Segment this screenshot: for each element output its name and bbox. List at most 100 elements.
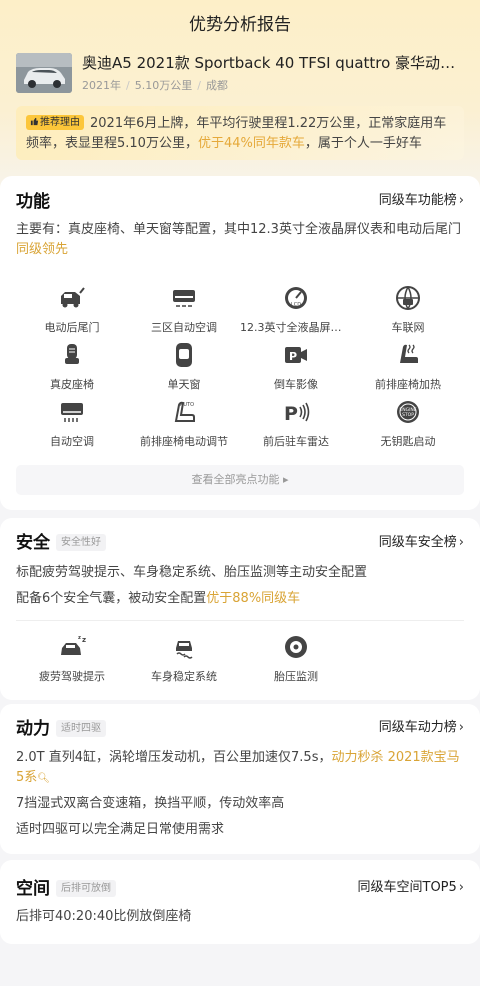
safety-item[interactable]: 车身稳定系统: [128, 633, 240, 684]
seat-heating-icon: [400, 344, 418, 363]
search-icon: 🔍︎: [37, 773, 50, 784]
feature-item[interactable]: 三区自动空调: [128, 284, 240, 335]
feature-item[interactable]: 车联网: [352, 284, 464, 335]
feature-item[interactable]: 自动空调: [16, 398, 128, 449]
car-name: 奥迪A5 2021款 Sportback 40 TFSI quattro 豪华动…: [82, 54, 464, 72]
caret-right-icon: ▸: [282, 473, 289, 486]
space-rank-label: 同级车空间TOP5: [357, 880, 457, 895]
safety-rank-label: 同级车安全榜: [378, 535, 457, 550]
power-card: 动力 适时四驱 同级车动力榜 › 2.0T 直列4缸，涡轮增压发动机，百公里加速仅7…: [0, 704, 480, 854]
space-pill: 后排可放倒: [56, 880, 116, 897]
power-desc-2: 7挡湿式双离合变速箱，换挡平顺，传动效率高: [16, 796, 285, 811]
power-rank-link[interactable]: 同级车动力榜 ›: [379, 716, 464, 735]
feature-item[interactable]: LCD 12.3英寸全液晶屏仪表: [240, 284, 352, 335]
safety-title-text: 安全: [16, 533, 50, 553]
divider: [16, 620, 464, 621]
svg-text:z: z: [82, 636, 86, 644]
feature-item[interactable]: ENGINE STOP 无钥匙启动: [352, 398, 464, 449]
safety-desc-highlight: 优于88%同级车: [206, 591, 301, 606]
stability-icon: [176, 641, 193, 659]
features-rank-link[interactable]: 同级车功能榜 ›: [379, 189, 464, 208]
keyless-start-icon: ENGINESTOP: [397, 401, 419, 423]
svg-text:LCD: LCD: [291, 302, 301, 308]
svg-text:P: P: [289, 350, 297, 363]
svg-text:STOP: STOP: [402, 412, 414, 418]
space-rank-link[interactable]: 同级车空间TOP5 ›: [358, 876, 465, 895]
feature-item[interactable]: 前排座椅加热: [352, 341, 464, 392]
power-desc-1-text: 2.0T 直列4缸，涡轮增压发动机，百公里加速仅7.5s，: [16, 750, 332, 765]
feature-item[interactable]: P 前后驻车雷达: [240, 398, 352, 449]
tailgate-icon: [61, 287, 85, 308]
power-desc-3: 适时四驱可以完全满足日常使用需求: [16, 822, 225, 837]
reason-text-end: ，属于个人一手好车: [304, 136, 422, 151]
power-rank-label: 同级车动力榜: [378, 720, 457, 735]
features-desc: 主要有：真皮座椅、单天窗等配置，其中12.3英寸全液晶屏仪表和电动后尾门同级领先: [16, 220, 464, 260]
power-seat-icon: AUTO: [174, 401, 195, 422]
car-year: 2021年: [82, 79, 121, 92]
safety-card: 安全 安全性好 同级车安全榜 › 标配疲劳驾驶提示、车身稳定系统、胎压监测等主动安全…: [0, 518, 480, 700]
feature-item[interactable]: AUTO 前排座椅电动调节: [128, 398, 240, 449]
lcd-gauge-icon: LCD: [285, 287, 307, 309]
svg-text:z: z: [78, 635, 81, 641]
sunroof-icon: [176, 343, 192, 367]
safety-rank-link[interactable]: 同级车安全榜 ›: [379, 531, 464, 550]
feature-item[interactable]: 真皮座椅: [16, 341, 128, 392]
svg-text:AUTO: AUTO: [180, 402, 194, 408]
safety-label: 疲劳驾驶提示: [39, 670, 105, 683]
feature-label: 倒车影像: [274, 378, 318, 391]
recommend-reason: 推荐理由 2021年6月上牌，年平均行驶里程1.22万公里，正常家庭用车频率，表…: [16, 106, 464, 160]
recommend-tag: 推荐理由: [26, 115, 84, 130]
safety-label: 车身稳定系统: [151, 670, 217, 683]
space-desc: 后排可40:20:40比例放倒座椅: [16, 909, 192, 924]
car-thumbnail[interactable]: [16, 53, 72, 93]
space-card: 空间 后排可放倒 同级车空间TOP5 › 后排可40:20:40比例放倒座椅: [0, 860, 480, 944]
safety-title: 安全 安全性好: [16, 528, 106, 553]
feature-item[interactable]: 电动后尾门: [16, 284, 128, 335]
thumbs-up-icon: [30, 117, 39, 126]
power-title: 动力 适时四驱: [16, 714, 106, 739]
power-pill: 适时四驱: [56, 720, 106, 737]
car-meta: 2021年/5.10万公里 / 成都: [82, 79, 228, 92]
view-all-features-button[interactable]: 查看全部亮点功能 ▸: [16, 465, 464, 495]
feature-label: 前排座椅电动调节: [140, 435, 228, 448]
feature-label: 前后驻车雷达: [263, 435, 329, 448]
ac-zone-icon: [173, 290, 195, 307]
fatigue-alert-icon: zz: [61, 635, 86, 655]
feature-label: 前排座椅加热: [375, 378, 441, 391]
feature-label: 三区自动空调: [151, 321, 217, 334]
power-title-text: 动力: [16, 719, 50, 739]
power-desc-1: 2.0T 直列4缸，涡轮增压发动机，百公里加速仅7.5s，动力秒杀 2021款宝…: [16, 748, 464, 789]
tire-pressure-icon: [285, 636, 307, 658]
features-desc-text: 主要有：真皮座椅、单天窗等配置，其中12.3英寸全液晶屏仪表和电动后尾门: [16, 222, 461, 237]
feature-label: 无钥匙启动: [380, 435, 436, 448]
safety-label: 胎压监测: [274, 670, 318, 683]
space-title: 空间 后排可放倒: [16, 874, 116, 899]
feature-label: 车联网: [391, 321, 425, 334]
connected-car-icon: [396, 286, 420, 310]
recommend-tag-label: 推荐理由: [40, 117, 80, 128]
safety-desc-1: 标配疲劳驾驶提示、车身稳定系统、胎压监测等主动安全配置: [16, 565, 368, 580]
chevron-right-icon: ›: [458, 880, 464, 895]
reason-highlight: 优于44%同年款车: [197, 136, 305, 151]
features-desc-highlight: 同级领先: [16, 242, 69, 257]
feature-label: 真皮座椅: [50, 378, 94, 391]
safety-item[interactable]: 胎压监测: [240, 633, 352, 684]
features-title: 功能: [16, 192, 50, 212]
page-title: 优势分析报告: [189, 15, 291, 35]
parking-radar-icon: P: [284, 402, 310, 425]
leather-seat-icon: [65, 344, 79, 364]
features-rank-label: 同级车功能榜: [378, 193, 457, 208]
car-mileage: 5.10万公里: [134, 79, 193, 92]
feature-label: 自动空调: [50, 435, 94, 448]
safety-item[interactable]: zz 疲劳驾驶提示: [16, 633, 128, 684]
chevron-right-icon: ›: [458, 535, 464, 550]
car-city: 成都: [205, 79, 228, 92]
feature-item[interactable]: P 倒车影像: [240, 341, 352, 392]
feature-item[interactable]: 单天窗: [128, 341, 240, 392]
safety-desc-2: 配备6个安全气囊，被动安全配置优于88%同级车: [16, 589, 464, 609]
safety-pill: 安全性好: [56, 534, 106, 551]
feature-label: 电动后尾门: [44, 321, 100, 334]
chevron-right-icon: ›: [458, 193, 464, 208]
space-title-text: 空间: [16, 879, 50, 899]
features-card: 功能 同级车功能榜 › 主要有：真皮座椅、单天窗等配置，其中12.3英寸全液晶屏仪…: [0, 176, 480, 510]
